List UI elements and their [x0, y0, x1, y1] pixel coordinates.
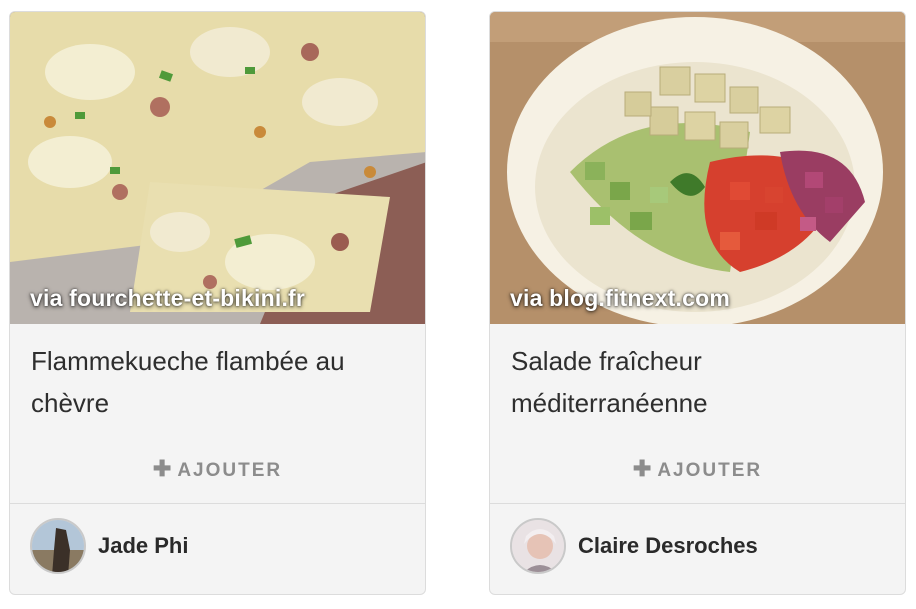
- avatar[interactable]: [510, 518, 566, 574]
- recipe-photo[interactable]: via blog.fitnext.com: [490, 12, 905, 324]
- recipe-photo[interactable]: via fourchette-et-bikini.fr: [10, 12, 425, 324]
- avatar[interactable]: [30, 518, 86, 574]
- divider: [490, 503, 905, 504]
- author-name[interactable]: Claire Desroches: [578, 533, 758, 559]
- photo-source-label: via blog.fitnext.com: [510, 285, 730, 311]
- add-button[interactable]: ✚ AJOUTER: [490, 456, 905, 482]
- salad-image: [490, 12, 905, 324]
- recipe-title[interactable]: Flammekueche flambée au chèvre: [31, 340, 401, 424]
- add-button-label: AJOUTER: [657, 460, 763, 481]
- recipe-card[interactable]: via blog.fitnext.com Salade fraîcheur mé…: [489, 11, 906, 595]
- plus-icon: ✚: [152, 456, 172, 481]
- add-button[interactable]: ✚ AJOUTER: [10, 456, 425, 482]
- recipe-card[interactable]: via fourchette-et-bikini.fr Flammekueche…: [9, 11, 426, 595]
- plus-icon: ✚: [632, 456, 652, 481]
- author[interactable]: Jade Phi: [30, 518, 188, 574]
- photo-source-label: via fourchette-et-bikini.fr: [30, 285, 306, 311]
- author[interactable]: Claire Desroches: [510, 518, 758, 574]
- author-name[interactable]: Jade Phi: [98, 533, 188, 559]
- divider: [10, 503, 425, 504]
- add-button-label: AJOUTER: [177, 460, 283, 481]
- recipe-title[interactable]: Salade fraîcheur méditerranéenne: [511, 340, 881, 424]
- flammekueche-image: [10, 12, 425, 324]
